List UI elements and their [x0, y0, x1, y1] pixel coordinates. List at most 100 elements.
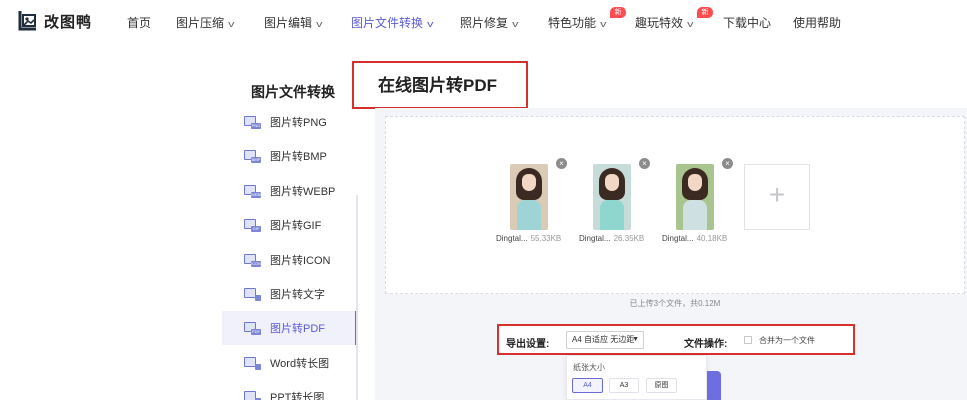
new-badge: 新 — [610, 7, 626, 18]
nav-label: 图片编辑 — [264, 16, 313, 30]
chevron-down-icon: v — [427, 19, 434, 29]
sidebar-item-label: 图片转GIF — [270, 220, 322, 232]
file-size: 26.35KB — [613, 234, 645, 243]
nav-item-home[interactable]: 首页 — [127, 14, 151, 31]
paper-option-a4[interactable]: A4 — [572, 378, 603, 393]
nav-item-image-convert[interactable]: 图片文件转换 v — [351, 14, 433, 31]
sidebar-item-to-bmp[interactable]: BMP 图片转BMP — [222, 139, 358, 173]
sidebar-item-to-icon[interactable]: ICON 图片转ICON — [222, 243, 358, 277]
image-file-icon: PDF — [244, 321, 261, 335]
file-thumbnail-2[interactable] — [593, 164, 631, 230]
sidebar-item-to-gif[interactable]: GIF 图片转GIF — [222, 208, 358, 242]
thumbnail-dress — [600, 200, 624, 230]
nav-item-image-edit[interactable]: 图片编辑 v — [264, 14, 322, 31]
word-doc-icon — [244, 356, 261, 370]
file-name: Dingtal... — [496, 234, 528, 243]
chevron-down-icon: v — [600, 19, 607, 29]
image-text-icon — [244, 287, 261, 301]
sidebar-item-to-text[interactable]: 图片转文字 — [222, 277, 358, 311]
file-thumbnail-3[interactable] — [676, 164, 714, 230]
nav-item-fun-effects[interactable]: 趣玩特效 v 新 — [635, 7, 713, 31]
chevron-down-icon: v — [316, 19, 323, 29]
file-thumbnail-1[interactable] — [510, 164, 548, 230]
nav-label: 特色功能 — [548, 16, 597, 30]
paper-size-value: A4 自适应 无边距 — [572, 335, 635, 344]
thumbnail-face — [605, 174, 619, 191]
sidebar-item-ppt-to-long-image[interactable]: PPT转长图 — [222, 380, 358, 400]
top-navigation: 改图鸭 首页 图片压缩 v 图片编辑 v 图片文件转换 v 照片修复 v 特色功能 v 新… — [0, 0, 967, 44]
brand-logo[interactable]: 改图鸭 — [16, 9, 92, 33]
thumbnail-dress — [683, 200, 707, 230]
sidebar-title: 图片文件转换 — [251, 84, 335, 100]
sidebar-item-to-png[interactable]: PNG 图片转PNG — [222, 108, 358, 139]
convert-button[interactable] — [707, 371, 721, 400]
sidebar-item-label: 图片转ICON — [270, 255, 331, 267]
logo-icon — [18, 11, 36, 31]
file-caption-2: Dingtal... 26.35KB — [579, 234, 644, 243]
plus-icon: + — [768, 179, 786, 210]
paper-size-select[interactable]: A4 自适应 无边距 ▼ — [566, 331, 644, 349]
paper-option-original[interactable]: 原图 — [646, 378, 677, 393]
remove-file-close-icon[interactable]: × — [722, 158, 733, 169]
sidebar-item-label: PPT转长图 — [270, 392, 325, 400]
image-file-icon: GIF — [244, 218, 261, 232]
caret-down-icon: ▼ — [632, 336, 639, 343]
nav-label: 首页 — [127, 16, 152, 30]
nav-item-special-features[interactable]: 特色功能 v 新 — [548, 7, 626, 31]
export-settings-bar: 导出设置: A4 自适应 无边距 ▼ 文件操作: 合并为一个文件 — [497, 324, 855, 355]
nav-label: 趣玩特效 — [635, 16, 684, 30]
chevron-down-icon: v — [512, 19, 519, 29]
export-settings-label: 导出设置: — [506, 339, 550, 350]
nav-label: 图片文件转换 — [351, 16, 424, 30]
nav-label: 照片修复 — [460, 16, 509, 30]
file-size: 55.33KB — [530, 234, 562, 243]
page-title: 在线图片转PDF — [378, 76, 497, 95]
paper-size-dropdown: 纸张大小 A4 A3 原图 — [566, 355, 707, 400]
sidebar-item-label: 图片转BMP — [270, 151, 327, 163]
dropdown-title: 纸张大小 — [573, 363, 605, 372]
image-file-icon: BMP — [244, 149, 261, 163]
upload-dropzone[interactable] — [385, 116, 965, 294]
nav-label: 使用帮助 — [793, 16, 842, 30]
file-operations-label: 文件操作: — [684, 339, 728, 350]
paper-option-a3[interactable]: A3 — [609, 378, 639, 393]
sidebar-scrollbar[interactable] — [356, 195, 358, 400]
file-name: Dingtal... — [579, 234, 611, 243]
page-heading-frame: 在线图片转PDF — [352, 61, 528, 109]
sidebar-item-label: 图片转PDF — [270, 323, 325, 335]
image-file-icon: ICON — [244, 253, 261, 267]
sidebar-item-label: Word转长图 — [270, 358, 330, 370]
sidebar-item-word-to-long-image[interactable]: Word转长图 — [222, 346, 358, 380]
nav-item-download-center[interactable]: 下载中心 — [723, 14, 771, 31]
sidebar: PNG 图片转PNG BMP 图片转BMP WEBP 图片转WEBP GIF 图… — [222, 108, 358, 400]
sidebar-item-to-webp[interactable]: WEBP 图片转WEBP — [222, 174, 358, 208]
sidebar-item-label: 图片转文字 — [270, 289, 325, 301]
chevron-down-icon: v — [687, 19, 694, 29]
remove-file-close-icon[interactable]: × — [639, 158, 650, 169]
brand-name: 改图鸭 — [44, 13, 93, 31]
chevron-down-icon: v — [228, 19, 235, 29]
nav-label: 图片压缩 — [176, 16, 225, 30]
remove-file-close-icon[interactable]: × — [556, 158, 567, 169]
image-file-icon: WEBP — [244, 184, 263, 198]
new-badge: 新 — [697, 7, 713, 18]
file-caption-1: Dingtal... 55.33KB — [496, 234, 561, 243]
nav-label: 下载中心 — [723, 16, 772, 30]
add-file-button[interactable]: + — [744, 164, 810, 230]
nav-item-help[interactable]: 使用帮助 — [793, 14, 841, 31]
nav-item-photo-repair[interactable]: 照片修复 v — [460, 14, 518, 31]
sidebar-item-to-pdf[interactable]: PDF 图片转PDF — [222, 311, 358, 345]
nav-item-image-compress[interactable]: 图片压缩 v — [176, 14, 234, 31]
file-caption-3: Dingtal... 40.18KB — [662, 234, 727, 243]
upload-summary: 已上传3个文件，共0.12M — [629, 299, 721, 308]
thumbnail-dress — [517, 200, 541, 230]
thumbnail-face — [688, 174, 702, 191]
ppt-doc-icon — [244, 390, 261, 400]
merge-checkbox[interactable] — [744, 336, 752, 344]
image-file-icon: PNG — [244, 115, 261, 129]
thumbnail-face — [522, 174, 536, 191]
sidebar-item-label: 图片转WEBP — [270, 186, 336, 198]
sidebar-item-label: 图片转PNG — [270, 117, 327, 129]
file-name: Dingtal... — [662, 234, 694, 243]
file-size: 40.18KB — [696, 234, 728, 243]
